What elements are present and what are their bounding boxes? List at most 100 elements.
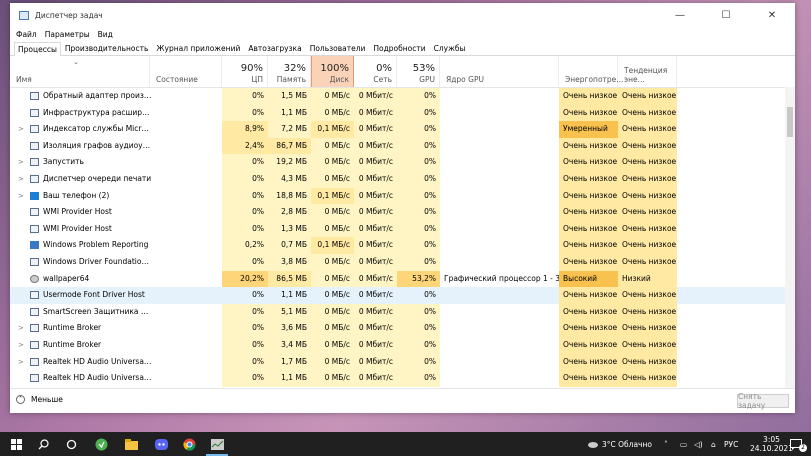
expand-chevron-icon[interactable]: > <box>18 337 24 354</box>
expand-chevron-icon[interactable]: > <box>18 188 24 205</box>
tab-users[interactable]: Пользователи <box>306 41 370 55</box>
vertical-scrollbar[interactable] <box>785 87 795 389</box>
language-indicator[interactable]: РУС <box>724 432 738 456</box>
scrollbar-thumb[interactable] <box>787 107 793 137</box>
process-rows: Обратный адаптер производи...0%1,5 МБ0 М… <box>10 88 795 387</box>
title-bar[interactable]: Диспетчер задач — ☐ ✕ <box>10 3 795 28</box>
cell-power: Очень низкое <box>559 287 618 304</box>
cell-net: 0 Мбит/с <box>354 237 397 254</box>
table-row[interactable]: > Runtime Broker 0% 3,6 МБ 0 МБ/с 0 Мбит/с 0% О… <box>10 320 795 337</box>
cell-mem: 1,3 МБ <box>268 220 311 238</box>
cell-cpu: 0% <box>222 170 268 188</box>
table-row[interactable]: Usermode Font Driver Host 0% 1,1 МБ 0 МБ/с 0… <box>10 287 795 304</box>
column-disk[interactable]: 100% Диск <box>311 56 354 87</box>
gear-icon <box>30 274 39 283</box>
window-icon <box>30 108 39 117</box>
menu-options[interactable]: Параметры <box>45 30 90 39</box>
cell-trend: Очень низкое <box>618 370 677 387</box>
expand-chevron-icon[interactable]: > <box>18 320 24 337</box>
table-row[interactable]: Realtek HD Audio Universal Serv...0%1,1 … <box>10 370 795 387</box>
column-memory[interactable]: 32% Память <box>268 56 311 87</box>
column-status[interactable]: Состояние <box>150 56 222 87</box>
fewer-details-button[interactable]: ˄ Меньше <box>16 395 63 404</box>
cell-net: 0 Мбит/с <box>354 204 397 221</box>
weather-widget[interactable]: 3°C Облачно <box>588 432 652 456</box>
tab-app-history[interactable]: Журнал приложений <box>152 41 244 55</box>
torrent-app-icon[interactable] <box>90 432 112 456</box>
tab-performance[interactable]: Производительность <box>61 41 153 55</box>
expand-chevron-icon[interactable]: > <box>18 121 24 138</box>
expand-chevron-icon[interactable]: > <box>18 154 24 171</box>
column-gpu-engine[interactable]: Ядро GPU <box>440 56 559 87</box>
expand-chevron-icon[interactable]: > <box>18 171 24 188</box>
column-name[interactable]: ⌄ Имя <box>10 56 150 87</box>
table-row[interactable]: Изоляция графов аудиоустро... 2,4%86,7 МБ… <box>10 137 795 155</box>
maximize-button[interactable]: ☐ <box>703 3 749 28</box>
expand-chevron-icon[interactable]: > <box>18 354 24 371</box>
task-manager-taskbar-icon[interactable] <box>206 432 228 456</box>
window-icon <box>30 141 39 150</box>
column-network[interactable]: 0% Сеть <box>354 56 397 87</box>
window-icon <box>30 208 39 217</box>
tab-startup[interactable]: Автозагрузка <box>244 41 305 55</box>
process-name: Windows Driver Foundation (W... <box>43 256 153 266</box>
table-row[interactable]: Обратный адаптер производи...0%1,5 МБ0 М… <box>10 88 795 105</box>
table-row[interactable]: wallpaper64 20,2% 86,5 МБ 0 МБ/с 0 Мбит/с 53,… <box>10 270 795 288</box>
cell-power: Высокий <box>559 270 618 288</box>
cell-mem: 1,1 МБ <box>268 370 311 387</box>
windows-logo-icon <box>10 438 22 450</box>
table-row[interactable]: SmartScreen Защитника Windo...0%5,1 МБ0 … <box>10 303 795 321</box>
cell-net: 0 Мбит/с <box>354 370 397 387</box>
column-power-usage[interactable]: Энергопотре... <box>559 56 623 87</box>
minimize-button[interactable]: — <box>657 3 703 28</box>
process-name: wallpaper64 <box>43 273 90 283</box>
tray-chevron-icon[interactable]: ˄ <box>664 432 668 456</box>
table-row[interactable]: > Runtime Broker 0% 3,4 МБ 0 МБ/с 0 Мбит/с 0% О… <box>10 336 795 354</box>
close-button[interactable]: ✕ <box>749 3 795 28</box>
cell-net: 0 Мбит/с <box>354 353 397 371</box>
cell-power: Очень низкое <box>559 303 618 321</box>
cell-cpu: 2,4% <box>222 137 268 155</box>
sort-chevron-icon: ⌄ <box>73 58 79 66</box>
chevron-up-icon: ˄ <box>16 395 25 404</box>
start-button[interactable] <box>4 432 28 456</box>
menu-view[interactable]: Вид <box>98 30 113 39</box>
column-power-trend[interactable]: Тенденция эне... <box>618 56 677 87</box>
table-row[interactable]: > Ваш телефон (2) 0% 18,8 МБ 0,1 МБ/с 0 Мбит/… <box>10 187 795 205</box>
tab-processes[interactable]: Процессы <box>14 42 61 56</box>
table-row[interactable]: >Realtek HD Audio Universal Serv...0%1,7… <box>10 353 795 371</box>
chrome-icon[interactable] <box>178 432 200 456</box>
table-row[interactable]: Windows Driver Foundation (W... 0% 3,8 МБ 0… <box>10 253 795 271</box>
column-gpu[interactable]: 53% GPU <box>397 56 440 87</box>
discord-icon[interactable] <box>150 432 172 456</box>
cell-trend: Очень низкое <box>618 237 677 254</box>
table-row[interactable]: WMI Provider Host 0% 1,3 МБ 0 МБ/с 0 Мбит/с 0… <box>10 220 795 238</box>
task-view-icon[interactable] <box>60 432 82 456</box>
cell-gpu: 0% <box>397 320 440 337</box>
file-explorer-icon[interactable] <box>120 432 142 456</box>
window-icon <box>30 291 39 300</box>
process-name: WMI Provider Host <box>43 223 112 233</box>
cell-power: Очень низкое <box>559 220 618 238</box>
menu-file[interactable]: Файл <box>16 30 37 39</box>
column-cpu[interactable]: 90% ЦП <box>222 56 268 87</box>
tab-details[interactable]: Подробности <box>369 41 429 55</box>
table-row[interactable]: Инфраструктура расширяемо...0%1,1 МБ0 МБ… <box>10 104 795 122</box>
clock[interactable]: 3:05 24.10.2021 <box>750 432 793 456</box>
notification-center-button[interactable]: 2 <box>790 432 807 456</box>
volume-icon[interactable]: ◁) <box>694 432 703 456</box>
table-row[interactable]: > Запустить 0% 19,2 МБ 0 МБ/с 0 Мбит/с 0% Очень… <box>10 154 795 171</box>
table-row[interactable]: WMI Provider Host 0% 2,8 МБ 0 МБ/с 0 Мбит/с 0… <box>10 204 795 221</box>
tab-services[interactable]: Службы <box>430 41 470 55</box>
search-icon[interactable] <box>32 432 54 456</box>
warn-icon <box>30 241 39 250</box>
tray-app-icon[interactable]: ⌂ <box>711 432 716 456</box>
end-task-button[interactable]: Снять задачу <box>737 392 789 410</box>
table-row[interactable]: > Индексатор службы Microsoft ... 8,9%7,2 … <box>10 121 795 138</box>
table-row[interactable]: Windows Problem Reporting 0,2% 0,7 МБ 0,1 М… <box>10 237 795 254</box>
table-row[interactable]: > Диспетчер очереди печати 0% 4,3 МБ 0 МБ/с 0… <box>10 170 795 188</box>
network-icon[interactable]: ▭ <box>680 432 687 456</box>
cell-net: 0 Мбит/с <box>354 253 397 271</box>
process-name: SmartScreen Защитника Windo... <box>43 306 153 316</box>
cell-mem: 5,1 МБ <box>268 303 311 321</box>
